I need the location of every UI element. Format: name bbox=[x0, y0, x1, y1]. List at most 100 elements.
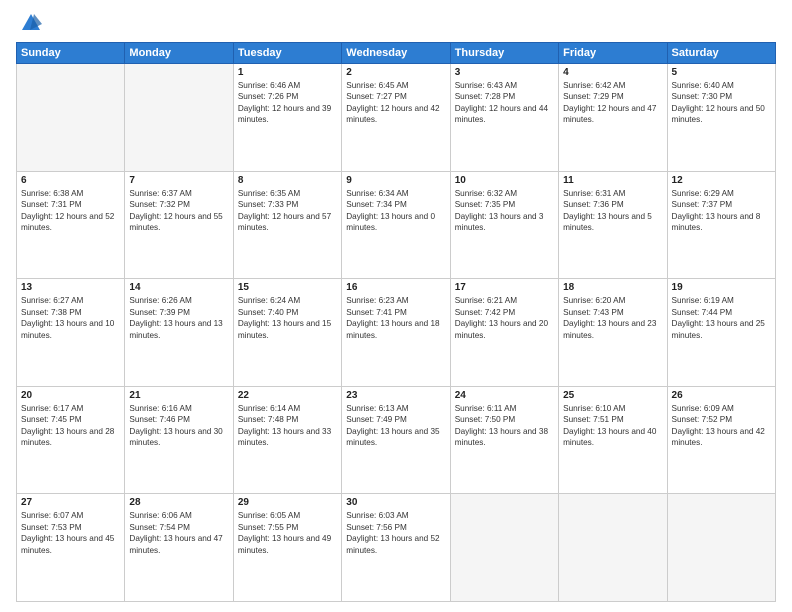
day-info: Sunrise: 6:17 AM Sunset: 7:45 PM Dayligh… bbox=[21, 403, 120, 449]
day-number: 3 bbox=[455, 67, 554, 78]
day-info: Sunrise: 6:24 AM Sunset: 7:40 PM Dayligh… bbox=[238, 295, 337, 341]
calendar-cell: 2 Sunrise: 6:45 AM Sunset: 7:27 PM Daylig… bbox=[342, 64, 450, 172]
calendar-day-header: Wednesday bbox=[342, 43, 450, 64]
day-info: Sunrise: 6:27 AM Sunset: 7:38 PM Dayligh… bbox=[21, 295, 120, 341]
calendar-day-header: Saturday bbox=[667, 43, 775, 64]
calendar-day-header: Monday bbox=[125, 43, 233, 64]
day-number: 16 bbox=[346, 282, 445, 293]
calendar-day-header: Thursday bbox=[450, 43, 558, 64]
calendar-cell: 26 Sunrise: 6:09 AM Sunset: 7:52 PM Dayli… bbox=[667, 386, 775, 494]
day-number: 6 bbox=[21, 175, 120, 186]
calendar-cell: 21 Sunrise: 6:16 AM Sunset: 7:46 PM Dayli… bbox=[125, 386, 233, 494]
day-number: 26 bbox=[672, 390, 771, 401]
calendar-cell: 12 Sunrise: 6:29 AM Sunset: 7:37 PM Dayli… bbox=[667, 171, 775, 279]
day-info: Sunrise: 6:26 AM Sunset: 7:39 PM Dayligh… bbox=[129, 295, 228, 341]
calendar-cell: 7 Sunrise: 6:37 AM Sunset: 7:32 PM Daylig… bbox=[125, 171, 233, 279]
calendar-cell: 25 Sunrise: 6:10 AM Sunset: 7:51 PM Dayli… bbox=[559, 386, 667, 494]
calendar-cell: 16 Sunrise: 6:23 AM Sunset: 7:41 PM Dayli… bbox=[342, 279, 450, 387]
day-info: Sunrise: 6:21 AM Sunset: 7:42 PM Dayligh… bbox=[455, 295, 554, 341]
calendar-day-header: Sunday bbox=[17, 43, 125, 64]
day-info: Sunrise: 6:38 AM Sunset: 7:31 PM Dayligh… bbox=[21, 188, 120, 234]
logo-icon bbox=[20, 12, 42, 34]
day-number: 18 bbox=[563, 282, 662, 293]
calendar-cell: 5 Sunrise: 6:40 AM Sunset: 7:30 PM Daylig… bbox=[667, 64, 775, 172]
calendar-cell: 10Sunrise: 6:32 AM Sunset: 7:35 PM Dayli… bbox=[450, 171, 558, 279]
calendar-day-header: Tuesday bbox=[233, 43, 341, 64]
day-info: Sunrise: 6:11 AM Sunset: 7:50 PM Dayligh… bbox=[455, 403, 554, 449]
day-number: 23 bbox=[346, 390, 445, 401]
day-info: Sunrise: 6:20 AM Sunset: 7:43 PM Dayligh… bbox=[563, 295, 662, 341]
calendar-cell: 1Sunrise: 6:46 AM Sunset: 7:26 PM Daylig… bbox=[233, 64, 341, 172]
day-number: 30 bbox=[346, 497, 445, 508]
day-info: Sunrise: 6:23 AM Sunset: 7:41 PM Dayligh… bbox=[346, 295, 445, 341]
day-info: Sunrise: 6:40 AM Sunset: 7:30 PM Dayligh… bbox=[672, 80, 771, 126]
day-number: 11 bbox=[563, 175, 662, 186]
day-number: 28 bbox=[129, 497, 228, 508]
calendar-cell: 22 Sunrise: 6:14 AM Sunset: 7:48 PM Dayli… bbox=[233, 386, 341, 494]
calendar-cell: 6 Sunrise: 6:38 AM Sunset: 7:31 PM Daylig… bbox=[17, 171, 125, 279]
day-info: Sunrise: 6:29 AM Sunset: 7:37 PM Dayligh… bbox=[672, 188, 771, 234]
logo bbox=[16, 12, 42, 34]
day-number: 21 bbox=[129, 390, 228, 401]
day-info: Sunrise: 6:31 AM Sunset: 7:36 PM Dayligh… bbox=[563, 188, 662, 234]
day-number: 25 bbox=[563, 390, 662, 401]
day-number: 22 bbox=[238, 390, 337, 401]
day-info: Sunrise: 6:07 AM Sunset: 7:53 PM Dayligh… bbox=[21, 510, 120, 556]
calendar-cell: 3 Sunrise: 6:43 AM Sunset: 7:28 PM Daylig… bbox=[450, 64, 558, 172]
day-number: 12 bbox=[672, 175, 771, 186]
calendar-cell: 17 Sunrise: 6:21 AM Sunset: 7:42 PM Dayli… bbox=[450, 279, 558, 387]
calendar-cell: 29Sunrise: 6:05 AM Sunset: 7:55 PM Dayli… bbox=[233, 494, 341, 602]
day-info: Sunrise: 6:06 AM Sunset: 7:54 PM Dayligh… bbox=[129, 510, 228, 556]
day-number: 2 bbox=[346, 67, 445, 78]
calendar-cell: 27 Sunrise: 6:07 AM Sunset: 7:53 PM Dayli… bbox=[17, 494, 125, 602]
day-number: 27 bbox=[21, 497, 120, 508]
calendar-cell: 15 Sunrise: 6:24 AM Sunset: 7:40 PM Dayli… bbox=[233, 279, 341, 387]
day-info: Sunrise: 6:03 AM Sunset: 7:56 PM Dayligh… bbox=[346, 510, 445, 556]
calendar-week-row: 20Sunrise: 6:17 AM Sunset: 7:45 PM Dayli… bbox=[17, 386, 776, 494]
calendar-cell: 11 Sunrise: 6:31 AM Sunset: 7:36 PM Dayli… bbox=[559, 171, 667, 279]
day-info: Sunrise: 6:14 AM Sunset: 7:48 PM Dayligh… bbox=[238, 403, 337, 449]
calendar-table: SundayMondayTuesdayWednesdayThursdayFrid… bbox=[16, 42, 776, 602]
calendar-week-row: 6 Sunrise: 6:38 AM Sunset: 7:31 PM Daylig… bbox=[17, 171, 776, 279]
day-info: Sunrise: 6:34 AM Sunset: 7:34 PM Dayligh… bbox=[346, 188, 445, 234]
calendar-day-header: Friday bbox=[559, 43, 667, 64]
page: SundayMondayTuesdayWednesdayThursdayFrid… bbox=[0, 0, 792, 612]
day-info: Sunrise: 6:32 AM Sunset: 7:35 PM Dayligh… bbox=[455, 188, 554, 234]
calendar-cell: 8Sunrise: 6:35 AM Sunset: 7:33 PM Daylig… bbox=[233, 171, 341, 279]
calendar-cell bbox=[17, 64, 125, 172]
calendar-cell: 14 Sunrise: 6:26 AM Sunset: 7:39 PM Dayli… bbox=[125, 279, 233, 387]
calendar-cell: 13 Sunrise: 6:27 AM Sunset: 7:38 PM Dayli… bbox=[17, 279, 125, 387]
calendar-cell: 9 Sunrise: 6:34 AM Sunset: 7:34 PM Daylig… bbox=[342, 171, 450, 279]
calendar-cell: 4Sunrise: 6:42 AM Sunset: 7:29 PM Daylig… bbox=[559, 64, 667, 172]
calendar-week-row: 1Sunrise: 6:46 AM Sunset: 7:26 PM Daylig… bbox=[17, 64, 776, 172]
day-number: 19 bbox=[672, 282, 771, 293]
day-number: 14 bbox=[129, 282, 228, 293]
day-info: Sunrise: 6:05 AM Sunset: 7:55 PM Dayligh… bbox=[238, 510, 337, 556]
day-number: 8 bbox=[238, 175, 337, 186]
calendar-week-row: 27 Sunrise: 6:07 AM Sunset: 7:53 PM Dayli… bbox=[17, 494, 776, 602]
day-info: Sunrise: 6:42 AM Sunset: 7:29 PM Dayligh… bbox=[563, 80, 662, 126]
calendar-cell bbox=[125, 64, 233, 172]
day-number: 24 bbox=[455, 390, 554, 401]
day-info: Sunrise: 6:19 AM Sunset: 7:44 PM Dayligh… bbox=[672, 295, 771, 341]
day-info: Sunrise: 6:37 AM Sunset: 7:32 PM Dayligh… bbox=[129, 188, 228, 234]
day-number: 5 bbox=[672, 67, 771, 78]
header bbox=[16, 12, 776, 34]
day-info: Sunrise: 6:10 AM Sunset: 7:51 PM Dayligh… bbox=[563, 403, 662, 449]
day-number: 13 bbox=[21, 282, 120, 293]
calendar-cell bbox=[559, 494, 667, 602]
day-number: 15 bbox=[238, 282, 337, 293]
calendar-cell: 20Sunrise: 6:17 AM Sunset: 7:45 PM Dayli… bbox=[17, 386, 125, 494]
day-info: Sunrise: 6:45 AM Sunset: 7:27 PM Dayligh… bbox=[346, 80, 445, 126]
day-number: 1 bbox=[238, 67, 337, 78]
day-info: Sunrise: 6:16 AM Sunset: 7:46 PM Dayligh… bbox=[129, 403, 228, 449]
calendar-cell: 28 Sunrise: 6:06 AM Sunset: 7:54 PM Dayli… bbox=[125, 494, 233, 602]
day-info: Sunrise: 6:13 AM Sunset: 7:49 PM Dayligh… bbox=[346, 403, 445, 449]
calendar-cell: 24 Sunrise: 6:11 AM Sunset: 7:50 PM Dayli… bbox=[450, 386, 558, 494]
calendar-header-row: SundayMondayTuesdayWednesdayThursdayFrid… bbox=[17, 43, 776, 64]
day-number: 7 bbox=[129, 175, 228, 186]
day-info: Sunrise: 6:43 AM Sunset: 7:28 PM Dayligh… bbox=[455, 80, 554, 126]
day-number: 17 bbox=[455, 282, 554, 293]
day-info: Sunrise: 6:09 AM Sunset: 7:52 PM Dayligh… bbox=[672, 403, 771, 449]
day-number: 9 bbox=[346, 175, 445, 186]
